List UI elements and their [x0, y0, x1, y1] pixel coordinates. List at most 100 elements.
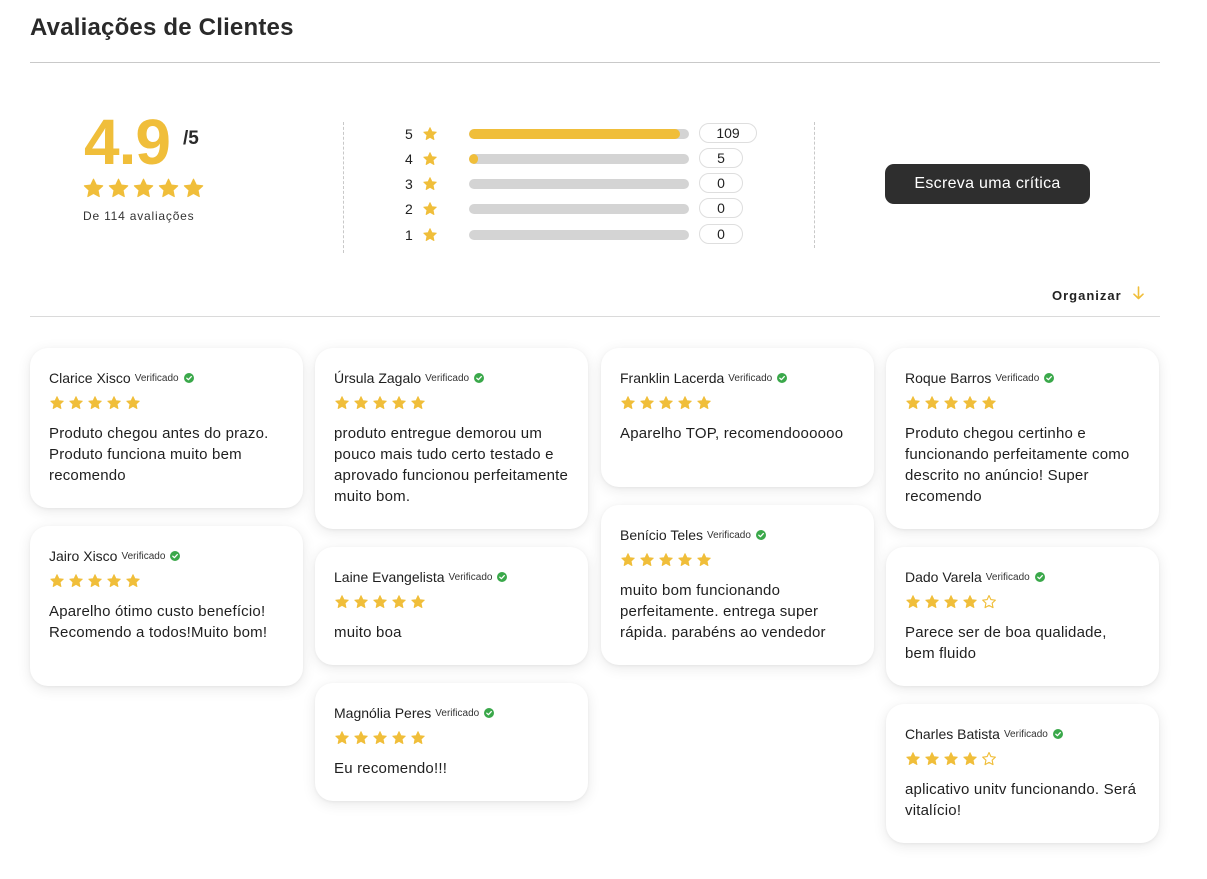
review-card: Charles Batista Verificado aplicativo unit… — [886, 704, 1159, 843]
star-filled-icon — [373, 731, 387, 744]
review-card: Franklin Lacerda Verificado Aparelho TOP, … — [601, 348, 874, 487]
review-stars — [620, 552, 855, 568]
distribution-divider — [814, 122, 815, 248]
verified-check-icon — [474, 373, 485, 383]
verified-label: Verificado — [707, 529, 751, 541]
review-header: Magnólia Peres Verificado — [334, 703, 569, 723]
review-text: produto entregue demorou um pouco mais t… — [334, 425, 569, 505]
review-stars — [334, 395, 569, 411]
review-stars — [49, 573, 284, 589]
summary-divider — [343, 122, 344, 253]
average-score: 4.9 — [84, 106, 171, 178]
review-header: Benício Teles Verificado — [620, 525, 855, 545]
star-filled-icon — [354, 731, 368, 744]
star-filled-icon — [335, 731, 349, 744]
distribution-row: 20 — [405, 198, 750, 220]
review-text: Aparelho TOP, recomendoooooo — [620, 425, 844, 442]
distribution-row: 5 109 — [405, 123, 757, 145]
review-card: Benício Teles Verificado muito bom funcion… — [601, 505, 874, 665]
verified-label: Verificado — [425, 372, 470, 384]
star-filled-icon — [423, 228, 437, 241]
reviewer-name: Franklin Lacerda — [620, 370, 725, 386]
review-stars — [905, 395, 1140, 411]
distribution-star-label: 2 — [405, 201, 413, 217]
verified-label: Verificado — [995, 372, 1040, 384]
star-filled-icon — [423, 127, 437, 140]
star-filled-icon — [944, 752, 958, 765]
star-filled-icon — [982, 396, 996, 409]
star-filled-icon — [621, 553, 635, 566]
star-filled-icon — [50, 396, 64, 409]
review-text: muito boa — [334, 624, 402, 641]
distribution-star-label: 4 — [405, 151, 413, 167]
star-filled-icon — [944, 396, 958, 409]
review-card: Dado Varela Verificado Parece ser de boa q… — [886, 547, 1159, 686]
distribution-count: 109 — [699, 123, 757, 143]
verified-check-icon — [497, 572, 508, 582]
review-stars — [49, 395, 284, 411]
star-filled-icon — [906, 595, 920, 608]
distribution-bar — [469, 179, 689, 189]
review-stars — [334, 594, 569, 610]
star-filled-icon — [107, 574, 121, 587]
star-filled-icon — [183, 178, 204, 198]
write-review-button[interactable]: Escreva uma crítica — [885, 164, 1090, 204]
reviewer-name: Clarice Xisco — [49, 370, 131, 386]
distribution-row: 45 — [405, 148, 750, 170]
star-filled-icon — [423, 177, 437, 190]
arrow-down-icon — [1132, 286, 1145, 305]
distribution-count: 0 — [699, 224, 743, 244]
sort-button[interactable]: Organizar — [1052, 286, 1145, 305]
star-filled-icon — [392, 595, 406, 608]
review-stars — [905, 751, 1140, 767]
distribution-bar — [469, 204, 689, 214]
reviewer-name: Magnólia Peres — [334, 705, 432, 721]
star-filled-icon — [335, 396, 349, 409]
review-stars — [334, 730, 569, 746]
review-text: Eu recomendo!!! — [334, 760, 448, 777]
star-filled-icon — [50, 574, 64, 587]
verified-label: Verificado — [1003, 728, 1048, 740]
star-filled-icon — [88, 396, 102, 409]
review-stars — [905, 594, 1140, 610]
review-header: Charles Batista Verificado — [905, 724, 1140, 744]
distribution-star-label: 5 — [405, 126, 413, 142]
review-text: aplicativo unitv funcionando. Será vital… — [905, 781, 1137, 819]
star-filled-icon — [659, 396, 673, 409]
star-filled-icon — [423, 152, 437, 165]
review-text: Parece ser de boa qualidade, bem fluido — [905, 624, 1107, 662]
verified-check-icon — [484, 708, 495, 718]
star-filled-icon — [697, 396, 711, 409]
verified-label: Verificado — [121, 550, 166, 562]
star-filled-icon — [411, 396, 425, 409]
star-empty-icon — [982, 594, 996, 609]
star-filled-icon — [411, 731, 425, 744]
verified-check-icon — [777, 373, 788, 383]
distribution-count: 5 — [699, 148, 743, 168]
star-filled-icon — [411, 595, 425, 608]
star-icon — [422, 126, 438, 142]
distribution-bar-fill — [469, 154, 478, 164]
star-filled-icon — [678, 553, 692, 566]
star-filled-icon — [88, 574, 102, 587]
review-stars — [620, 395, 855, 411]
review-card: Clarice Xisco Verificado Produto chegou an… — [30, 348, 303, 508]
review-header: Jairo Xisco Verificado — [49, 546, 284, 566]
star-filled-icon — [906, 752, 920, 765]
review-header: Úrsula Zagalo Verificado — [334, 368, 569, 388]
review-card: Laine Evangelista Verificado muito boa — [315, 547, 588, 665]
star-filled-icon — [83, 178, 104, 198]
reviewer-name: Úrsula Zagalo — [334, 370, 422, 386]
star-filled-icon — [126, 396, 140, 409]
star-filled-icon — [640, 553, 654, 566]
star-empty-icon — [982, 751, 996, 766]
header-divider — [30, 62, 1160, 63]
verified-label: Verificado — [448, 571, 493, 583]
star-filled-icon — [335, 595, 349, 608]
star-filled-icon — [640, 396, 654, 409]
review-header: Dado Varela Verificado — [905, 567, 1140, 587]
review-text: Aparelho ótimo custo benefício! Recomend… — [49, 603, 268, 641]
review-header: Franklin Lacerda Verificado — [620, 368, 855, 388]
distribution-bar — [469, 129, 689, 139]
star-filled-icon — [107, 396, 121, 409]
